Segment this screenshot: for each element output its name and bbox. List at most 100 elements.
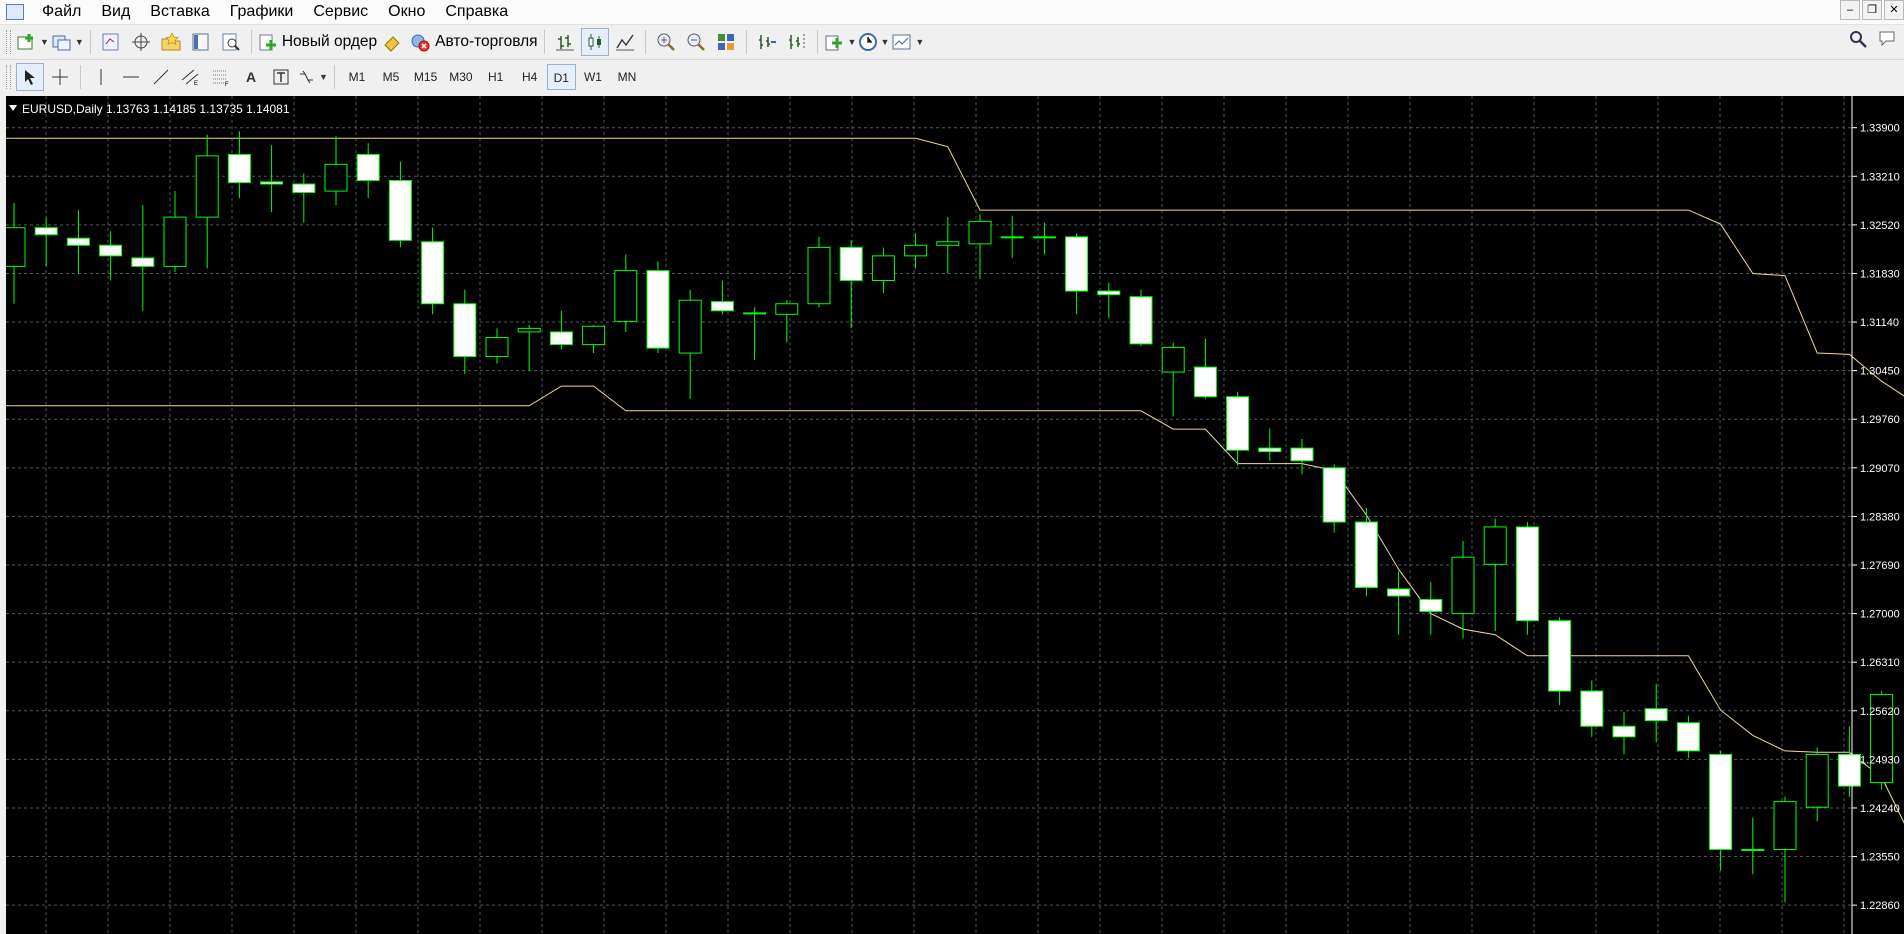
candle-body-bullish xyxy=(968,220,992,245)
autoscroll-button[interactable] xyxy=(753,28,781,56)
profiles-button[interactable]: ▼ xyxy=(51,28,84,56)
text-label-icon xyxy=(273,69,289,85)
toolbar-grip[interactable] xyxy=(6,30,11,54)
metaeditor-button[interactable] xyxy=(379,28,407,56)
candle-body-bullish xyxy=(936,241,960,246)
price-tick-label: 1.26310 xyxy=(1860,657,1900,669)
timeframe-d1[interactable]: D1 xyxy=(546,64,576,90)
zoom-in-icon xyxy=(657,33,675,51)
new-order-button[interactable]: Новый ордер xyxy=(258,28,377,56)
zoom-out-button[interactable] xyxy=(682,28,710,56)
line-chart-button[interactable] xyxy=(611,28,639,56)
arrows-button[interactable]: ▼ xyxy=(297,63,328,91)
menu-tools[interactable]: Сервис xyxy=(303,1,378,23)
search-icon[interactable] xyxy=(1848,29,1868,49)
timeframe-m5[interactable]: M5 xyxy=(374,64,408,90)
price-tick-label: 1.22860 xyxy=(1860,900,1900,912)
timeframe-mn[interactable]: MN xyxy=(610,64,644,90)
trendline-button[interactable] xyxy=(147,63,175,91)
templates-button[interactable]: ▼ xyxy=(891,28,924,56)
candle-body-bearish xyxy=(1354,521,1378,589)
app-icon[interactable] xyxy=(6,4,24,20)
menu-view[interactable]: Вид xyxy=(91,1,140,23)
chart-shift-icon xyxy=(788,34,805,50)
autotrading-label: Авто-торговля xyxy=(435,33,538,50)
price-tick-label: 1.31830 xyxy=(1860,268,1900,280)
candle-body-bearish xyxy=(34,227,58,236)
text-label-button[interactable] xyxy=(267,63,295,91)
tile-windows-button[interactable] xyxy=(712,28,740,56)
data-window-button[interactable] xyxy=(127,28,155,56)
zoom-out-icon xyxy=(687,33,705,51)
candle-body-bullish xyxy=(1773,801,1797,850)
candle-body-bearish xyxy=(227,153,251,184)
menu-bar: Файл Вид Вставка Графики Сервис Окно Спр… xyxy=(0,0,1904,25)
chat-icon[interactable] xyxy=(1878,29,1900,49)
candlestick-chart-button[interactable] xyxy=(580,28,609,56)
crosshair-button[interactable] xyxy=(46,63,74,91)
chart-shift-button[interactable] xyxy=(783,28,811,56)
timeframe-w1[interactable]: W1 xyxy=(576,64,610,90)
price-tick-label: 1.28380 xyxy=(1860,511,1900,523)
restore-icon[interactable]: ❐ xyxy=(1862,0,1882,20)
candle-body-bearish xyxy=(66,237,90,246)
trendline-icon xyxy=(153,69,169,85)
horizontal-line-button[interactable] xyxy=(117,63,145,91)
fibonacci-button[interactable]: F xyxy=(207,63,235,91)
autotrading-button[interactable]: Авто-торговля xyxy=(409,28,538,56)
standard-toolbar: ▼ ▼ Новый ордер Авто-торговля ▼ ▼ ▼ xyxy=(0,25,1904,60)
candle-body-bullish xyxy=(807,246,831,305)
candle-body-bullish xyxy=(1032,236,1056,239)
candle-body-bullish xyxy=(871,255,895,282)
crosshair-icon xyxy=(131,33,150,51)
candlestick-icon xyxy=(588,34,601,50)
menu-window[interactable]: Окно xyxy=(378,1,435,23)
close-icon[interactable]: ✕ xyxy=(1884,0,1904,20)
timeframe-m1[interactable]: M1 xyxy=(340,64,374,90)
new-chart-button[interactable]: ▼ xyxy=(16,28,49,56)
toolbar-grip[interactable] xyxy=(6,65,11,89)
navigator-button[interactable] xyxy=(157,28,185,56)
autotrading-icon xyxy=(411,34,430,52)
bar-chart-button[interactable] xyxy=(551,28,579,56)
market-watch-button[interactable] xyxy=(97,28,125,56)
vertical-line-button[interactable] xyxy=(87,63,115,91)
timeframe-h1[interactable]: H1 xyxy=(479,64,513,90)
menu-charts[interactable]: Графики xyxy=(220,1,304,23)
candle-body-bullish xyxy=(163,216,187,267)
tester-icon xyxy=(222,33,240,51)
horizontal-line-icon xyxy=(123,76,139,78)
terminal-button[interactable] xyxy=(187,28,215,56)
chart-header: EURUSD,Daily 1.13763 1.14185 1.13735 1.1… xyxy=(9,102,290,116)
candle-body-bullish xyxy=(517,327,541,333)
minimize-icon[interactable]: – xyxy=(1840,0,1860,20)
star-folder-icon xyxy=(161,32,181,51)
chart-window: 1.33900 1.33210 1.32520 1.31830 1.31140 1.304… xyxy=(0,94,1904,934)
strategy-tester-button[interactable] xyxy=(217,28,245,56)
menu-help[interactable]: Справка xyxy=(435,1,518,23)
equidistant-channel-button[interactable]: E xyxy=(177,63,205,91)
timeframe-m15[interactable]: M15 xyxy=(408,64,443,90)
candle-body-bearish xyxy=(1322,467,1346,523)
price-tick-label: 1.33900 xyxy=(1860,123,1900,135)
menu-insert[interactable]: Вставка xyxy=(140,1,219,23)
text-button[interactable]: A xyxy=(237,63,265,91)
candle-body-bullish xyxy=(6,227,26,267)
candle-body-bearish xyxy=(1226,396,1250,451)
price-tick-label: 1.29760 xyxy=(1860,414,1900,426)
candle xyxy=(1129,289,1153,346)
indicators-button[interactable]: ▼ xyxy=(824,28,856,56)
timeframe-h4[interactable]: H4 xyxy=(513,64,547,90)
candle-body-bullish xyxy=(614,270,638,322)
price-tick-label: 1.30450 xyxy=(1860,366,1900,378)
candle-body-bullish xyxy=(743,312,767,315)
periods-button[interactable]: ▼ xyxy=(858,28,889,56)
zoom-in-button[interactable] xyxy=(652,28,680,56)
arrows-icon xyxy=(300,70,313,84)
menu-file[interactable]: Файл xyxy=(32,1,91,23)
editor-icon xyxy=(384,36,400,52)
price-chart[interactable]: 1.33900 1.33210 1.32520 1.31830 1.31140 1.304… xyxy=(6,96,1904,934)
timeframe-m30[interactable]: M30 xyxy=(443,64,478,90)
candle-body-bearish xyxy=(1644,708,1668,722)
cursor-button[interactable] xyxy=(16,63,44,91)
